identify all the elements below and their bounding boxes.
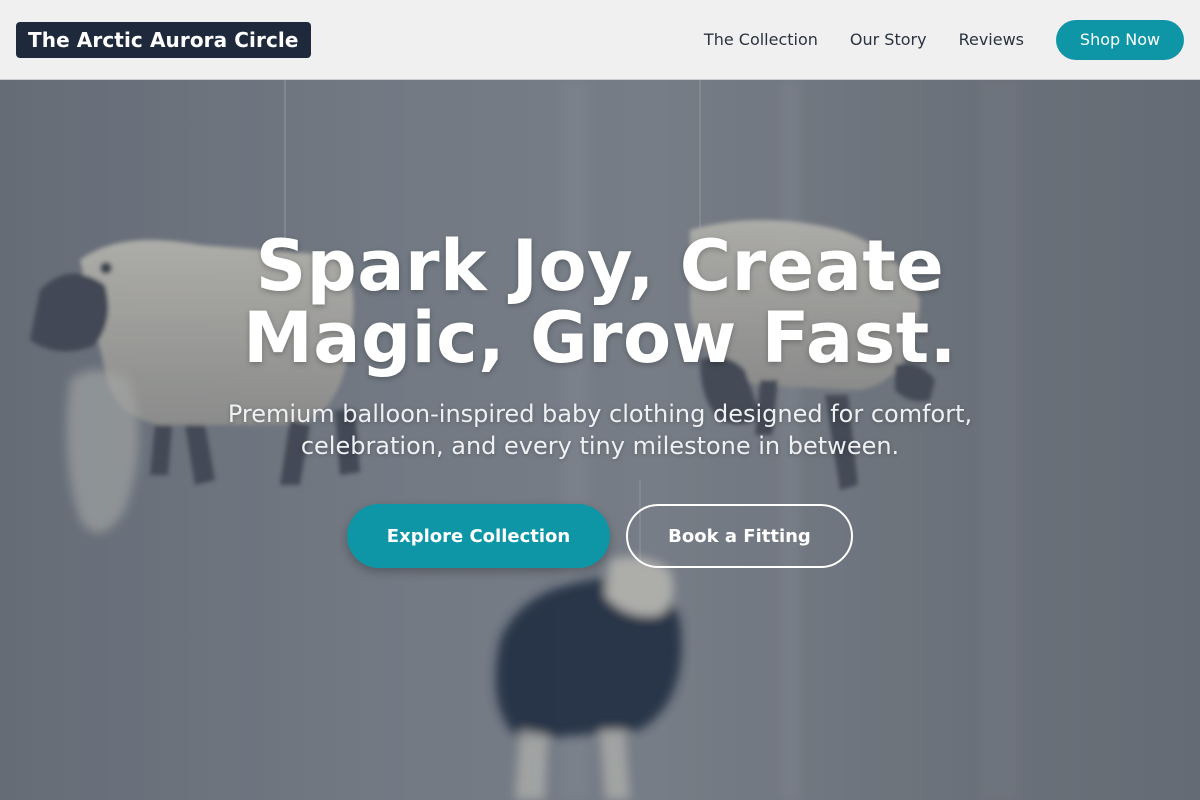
nav-link-our-story[interactable]: Our Story — [850, 30, 927, 49]
hero-headline: Spark Joy, Create Magic, Grow Fast. — [243, 225, 957, 379]
hero-cta-group: Explore Collection Book a Fitting — [0, 504, 1200, 568]
brand-logo[interactable]: The Arctic Aurora Circle — [16, 21, 311, 58]
hero-subtitle: Premium balloon-inspired baby clothing d… — [227, 400, 973, 460]
nav-link-reviews[interactable]: Reviews — [959, 30, 1024, 49]
shop-now-button[interactable]: Shop Now — [1056, 19, 1184, 60]
hero-section: Spark Joy, Create Magic, Grow Fast. Prem… — [0, 80, 1200, 800]
site-header: The Arctic Aurora Circle The Collection … — [0, 0, 1200, 80]
book-fitting-button[interactable]: Book a Fitting — [626, 504, 853, 568]
nav-link-collection[interactable]: The Collection — [704, 30, 818, 49]
explore-collection-button[interactable]: Explore Collection — [347, 504, 610, 568]
hero-content: Spark Joy, Create Magic, Grow Fast. Prem… — [0, 230, 1200, 568]
main-nav: The Collection Our Story Reviews Shop No… — [704, 19, 1184, 60]
